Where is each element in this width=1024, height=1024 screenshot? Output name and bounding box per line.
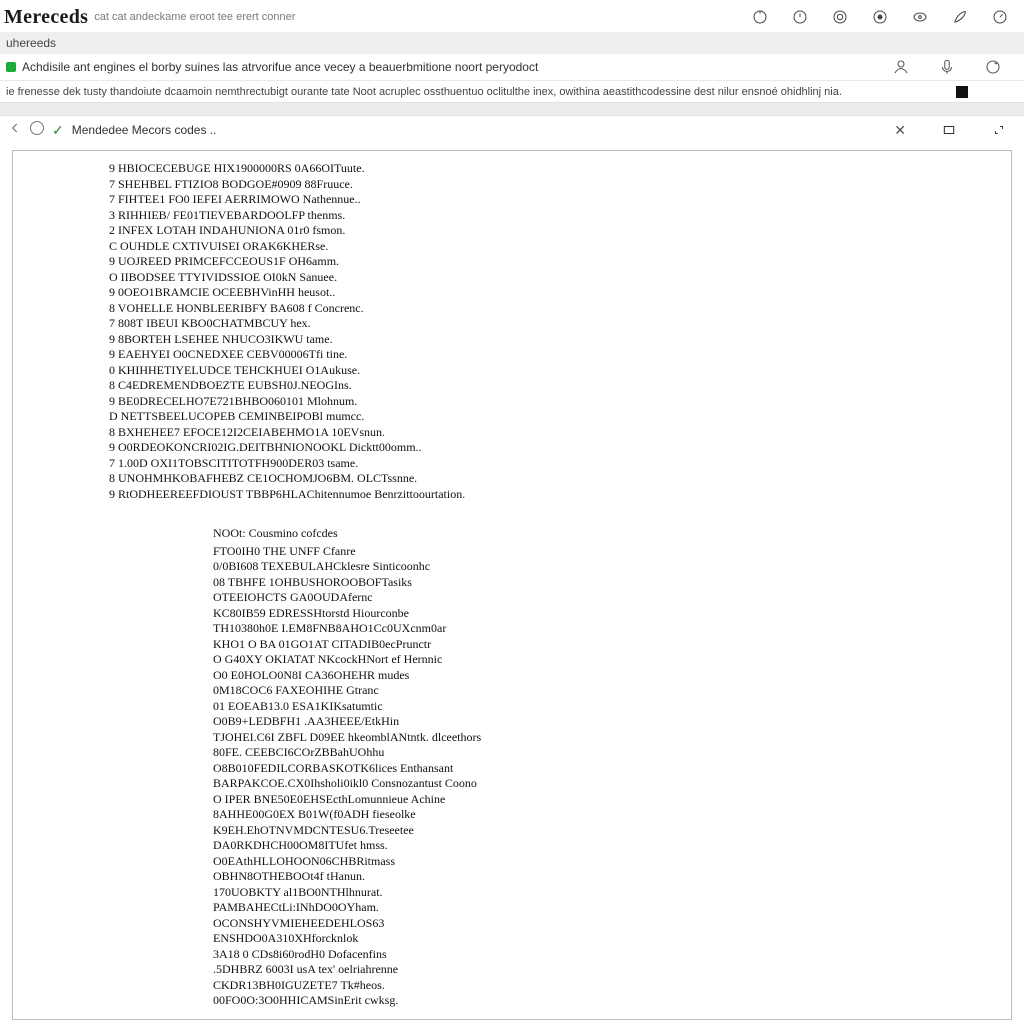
info-text: ie frenesse dek tusty thandoiute dcaamoi… — [6, 86, 842, 98]
code-line: 01 EOEAB13.0 ESA1KIKsatumtic — [213, 699, 1011, 715]
code-line: 0/0BI608 TEXEBULAHCklesre Sinticoonhc — [213, 559, 1011, 575]
expand-icon[interactable] — [992, 123, 1006, 137]
code-line: 9 UOJREED PRIMCEFCCEOUS1F OH6amm. — [109, 254, 1011, 270]
code-line: O8B010FEDILCORBASKOTK6lices Enthansant — [213, 761, 1011, 777]
back-icon[interactable] — [8, 121, 22, 140]
prompt-row: Achdisile ant engines el borby suines la… — [0, 54, 1024, 80]
globe-icon[interactable] — [30, 121, 44, 140]
code-line: 9 EAEHYEI O0CNEDXEE CEBV00006Tfi tine. — [109, 347, 1011, 363]
code-line: 9 BE0DRECELHO7E721BHBO060101 Mlohnum. — [109, 394, 1011, 410]
feather-icon[interactable] — [952, 9, 968, 25]
code-line: 2 INFEX LOTAH INDAHUNIONA 01r0 fsmon. — [109, 223, 1011, 239]
subbar-label: uhereeds — [6, 36, 56, 50]
code-line: C OUHDLE CXTIVUISEI ORAK6KHERse. — [109, 239, 1011, 255]
code-line: TH10380h0E I.EM8FNB8AHO1Cc0UXcnm0ar — [213, 621, 1011, 637]
code-line: 9 HBIOCECEBUGE HIX1900000RS 0A66OITuute. — [109, 161, 1011, 177]
code-line: 170UOBKTY al1BO0NTHlhnurat. — [213, 885, 1011, 901]
code-line: 0 KHIHHETIYELUDCE TEHCKHUEI O1Aukuse. — [109, 363, 1011, 379]
code-line: 08 TBHFE 1OHBUSHOROOBOFTasiks — [213, 575, 1011, 591]
code-line: 7 FIHTEE1 FO0 IEFEI AERRIMOWO Nathennue.… — [109, 192, 1011, 208]
code-line: 7 808T IBEUI KBO0CHATMBCUY hex. — [109, 316, 1011, 332]
code-line: 7 SHEHBEL FTIZIO8 BODGOE#0909 88Fruuce. — [109, 177, 1011, 193]
code-line: O0 E0HOLO0N8I CA36OHEHR mudes — [213, 668, 1011, 684]
code-line: 80FE. CEEBCI6COrZBBahUOhhu — [213, 745, 1011, 761]
status-indicator-icon — [6, 62, 16, 72]
code-line: CKDR13BH0IGUZETE7 Tk#heos. — [213, 978, 1011, 994]
tab-row: ✓ Mendedee Mecors codes .. ✕ — [0, 116, 1024, 144]
code-list-main: 9 HBIOCECEBUGE HIX1900000RS 0A66OITuute.… — [13, 161, 1011, 502]
code-line: 00FO0O:3O0HHICAMSinErit cwksg. — [213, 993, 1011, 1009]
divider-bar — [0, 102, 1024, 116]
code-line: 8 VOHELLE HONBLEERIBFY BA608 f Concrenc. — [109, 301, 1011, 317]
code-line: 9 8BORTEH LSEHEE NHUCO3IKWU tame. — [109, 332, 1011, 348]
close-icon[interactable]: ✕ — [894, 122, 906, 139]
tab-title: Mendedee Mecors codes .. — [72, 123, 217, 137]
code-line: OCONSHYVMIEHEEDEHLOS63 — [213, 916, 1011, 932]
compass-icon[interactable] — [752, 9, 768, 25]
code-line: 3A18 0 CDs8i60rodH0 Dofacenfins — [213, 947, 1011, 963]
code-line: D NETTSBEELUCOPEB CEMINBEIPOBl mumcc. — [109, 409, 1011, 425]
code-line: 7 1.00D OXI1TOBSCITITOTFH900DER03 tsame. — [109, 456, 1011, 472]
code-line: 0M18COC6 FAXEOHIHE Gtranc — [213, 683, 1011, 699]
top-toolbar — [752, 9, 1018, 25]
code-line: TJOHEI.C6I ZBFL D09EE hkeomblANtntk. dlc… — [213, 730, 1011, 746]
code-line: 9 O0RDEOKONCRI02IG.DEITBHNIONOOKL Dicktt… — [109, 440, 1011, 456]
code-line: 8AHHE00G0EX B01W(f0ADH fieseolke — [213, 807, 1011, 823]
stop-icon[interactable] — [956, 86, 968, 98]
code-line: DA0RKDHCH00OM8ITUfet hmss. — [213, 838, 1011, 854]
code-line: NOOt: Cousmino cofcdes — [213, 526, 1011, 542]
code-line: 9 RtODHEEREEFDIOUST TBBP6HLAChitennumoe … — [109, 487, 1011, 503]
code-list-secondary: NOOt: Cousmino cofcdes FTO0IH0 THE UNFF C… — [13, 526, 1011, 1009]
sub-bar: uhereeds — [0, 32, 1024, 54]
code-line: 8 BXHEHEE7 EFOCE12I2CEIABEHMO1A 10EVsnun… — [109, 425, 1011, 441]
code-line: KC80IB59 EDRESSHtorstd Hiourconbe — [213, 606, 1011, 622]
code-line: FTO0IH0 THE UNFF Cfanre — [213, 544, 1011, 560]
document-pane: 9 HBIOCECEBUGE HIX1900000RS 0A66OITuute.… — [12, 150, 1012, 1020]
code-line: 8 UNOHMHKOBAFHEBZ CE1OCHOMJO6BM. OLCTssn… — [109, 471, 1011, 487]
brand-title: Mereceds — [4, 6, 88, 29]
code-line: K9EH.EhOTNVMDCNTESU6.Treseetee — [213, 823, 1011, 839]
code-line: O0B9+LEDBFH1 .AA3HEEE/EtkHin — [213, 714, 1011, 730]
brand-subtitle: cat cat andeckame eroot tee erert conner — [94, 11, 295, 23]
code-line: 8 C4EDREMENDBOEZTE EUBSH0J.NEOGIns. — [109, 378, 1011, 394]
user-icon[interactable] — [892, 58, 910, 76]
mic-icon[interactable] — [938, 58, 956, 76]
code-line: PAMBAHECtLi:INhDO0OYham. — [213, 900, 1011, 916]
window-icon[interactable] — [942, 123, 956, 137]
code-line: O IIBODSEE TTYIVIDSSIOE OI0kN Sanuee. — [109, 270, 1011, 286]
code-line: OTEEIOHCTS GA0OUDAfernc — [213, 590, 1011, 606]
code-line: ENSHDO0A310XHforcknlok — [213, 931, 1011, 947]
code-line: BARPAKCOE.CX0Ihsholi0ikl0 Consnozantust … — [213, 776, 1011, 792]
refresh-icon[interactable] — [984, 58, 1002, 76]
code-line: 3 RIHHIEB/ FE01TIEVEBARDOOLFP thenms. — [109, 208, 1011, 224]
code-line: 9 0OEO1BRAMCIE OCEEBHVinHH heusot.. — [109, 285, 1011, 301]
code-line: O IPER BNE50E0EHSEcthLomunnieue Achine — [213, 792, 1011, 808]
gauge-icon[interactable] — [992, 9, 1008, 25]
code-line: .5DHBRZ 6003I usA tex' oelriahrenne — [213, 962, 1011, 978]
code-line: O G40XY OKIATAT NKcockHNort ef Hernnic — [213, 652, 1011, 668]
record-icon[interactable] — [872, 9, 888, 25]
code-line: KHO1 O BA 01GO1AT CITADIB0ecPrunctr — [213, 637, 1011, 653]
check-icon: ✓ — [52, 122, 64, 139]
eye-icon[interactable] — [912, 9, 928, 25]
info-strip: ie frenesse dek tusty thandoiute dcaamoi… — [0, 80, 1024, 102]
prompt-text: Achdisile ant engines el borby suines la… — [22, 60, 538, 74]
power-icon[interactable] — [792, 9, 808, 25]
target-icon[interactable] — [832, 9, 848, 25]
code-line: OBHN8OTHEBOOt4f tHanun. — [213, 869, 1011, 885]
code-line: O0EAthHLLOHOON06CHBRitmass — [213, 854, 1011, 870]
